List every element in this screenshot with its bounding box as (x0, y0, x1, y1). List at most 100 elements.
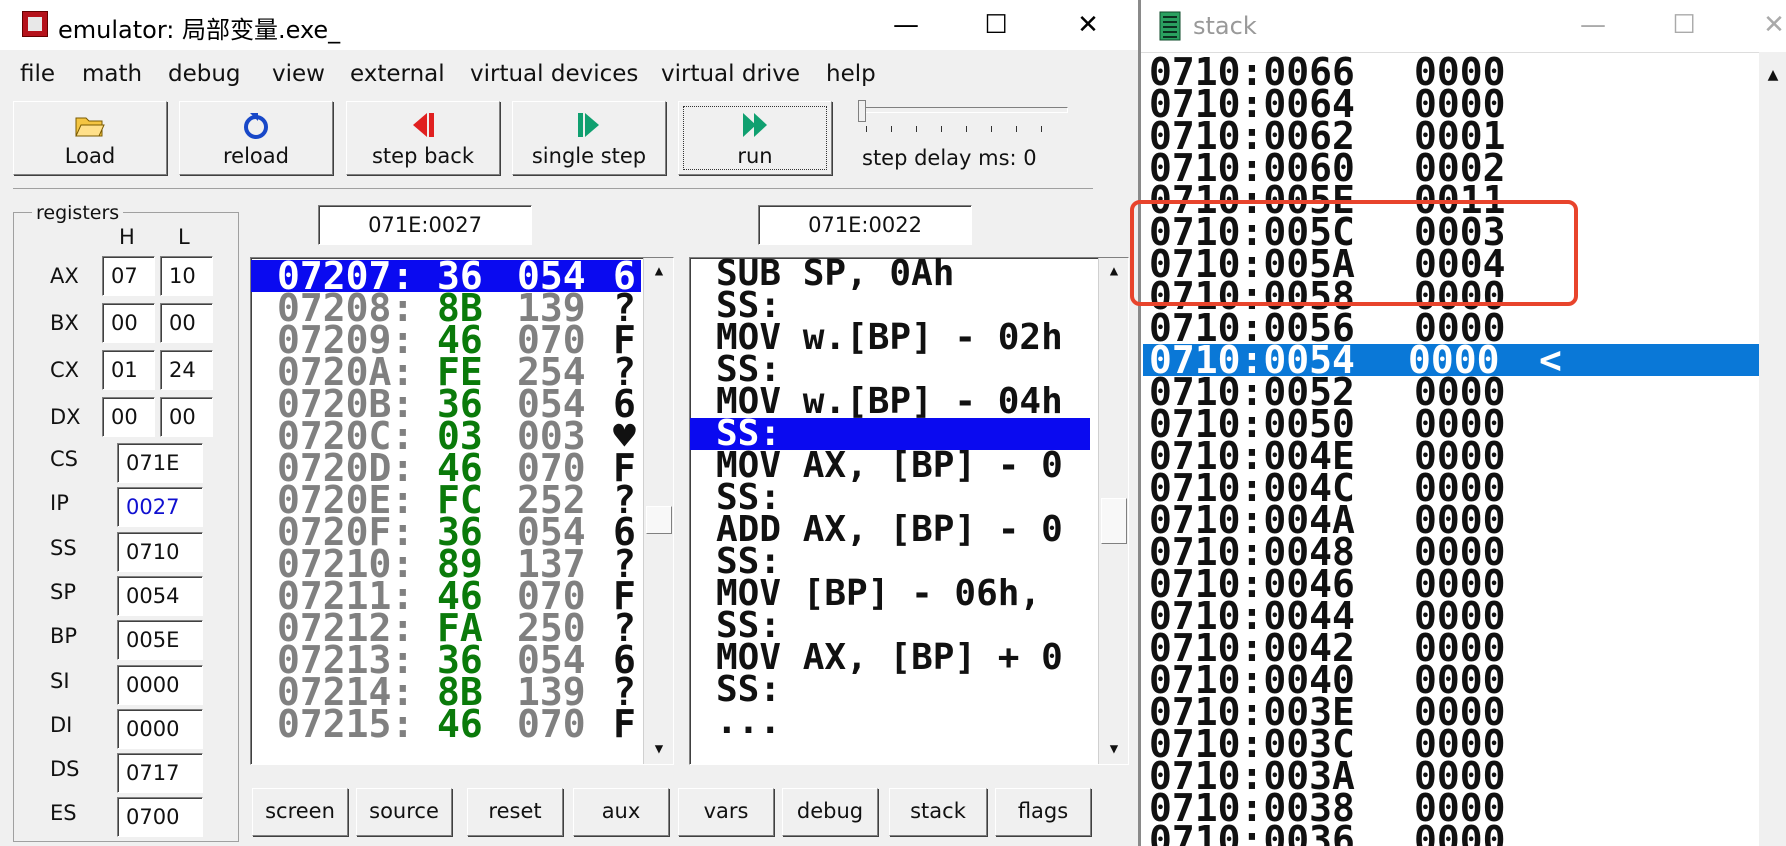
disasm-row[interactable]: ... (690, 704, 1090, 740)
memory-char-value: F (613, 702, 636, 746)
stack-row[interactable]: 0710:0036 0000 (1149, 818, 1759, 846)
step-delay-label: step delay ms: 0 (862, 146, 1037, 170)
menu-item-math[interactable]: math (82, 61, 142, 87)
register-ip-field[interactable]: 0027 (117, 487, 203, 528)
memory-row[interactable]: 07215: 46 070 F (251, 702, 641, 746)
disasm-scrollbar[interactable]: ▲ ▼ (1098, 258, 1128, 764)
run-button[interactable]: run (678, 101, 832, 175)
menu-item-external[interactable]: external (350, 61, 445, 87)
step-delay-thumb[interactable] (858, 100, 866, 122)
stack-icon (1159, 11, 1181, 41)
register-label-sp: SP (50, 579, 76, 604)
register-cs-field[interactable]: 071E (117, 443, 203, 483)
register-es-field[interactable]: 0700 (117, 797, 203, 838)
register-bx-low[interactable]: 00 (160, 303, 213, 343)
memory-scroll-thumb[interactable] (646, 506, 672, 534)
maximize-icon[interactable]: ☐ (1658, 0, 1710, 50)
stack-titlebar[interactable]: stack — ☐ ✕ (1141, 0, 1786, 53)
register-label-bx: BX (50, 311, 79, 335)
folder-open-icon (75, 117, 105, 137)
emulator-titlebar[interactable]: emulator: 局部变量.exe_ — ☐ ✕ (0, 0, 1138, 50)
maximize-icon[interactable]: ☐ (970, 0, 1022, 50)
scroll-up-icon[interactable]: ▲ (1103, 260, 1125, 282)
slider-ticks (866, 126, 1066, 132)
stack-pointer-marker: < (1539, 338, 1562, 382)
load-button[interactable]: Load (13, 101, 167, 175)
register-ds-field[interactable]: 0717 (117, 753, 203, 794)
register-label-ss: SS (50, 535, 77, 560)
flags-button[interactable]: flags (995, 788, 1091, 836)
menu-item-debug[interactable]: debug (168, 61, 241, 87)
menu-item-virtual-drive[interactable]: virtual drive (661, 61, 800, 87)
scroll-up-icon[interactable]: ▲ (648, 260, 670, 282)
close-icon[interactable]: ✕ (1748, 0, 1786, 50)
register-label-di: DI (50, 712, 73, 737)
emulator-window: emulator: 局部变量.exe_ — ☐ ✕ file math debug v… (0, 0, 1138, 846)
register-sp-field[interactable]: 0054 (117, 575, 203, 616)
memory-panel[interactable]: 07207: 36 054 6 07208: 8B 139? 07209: 46 070 F 0720… (250, 257, 674, 765)
memory-list: 07207: 36 054 6 07208: 8B 139? 07209: 46 070 F 0720… (251, 260, 643, 764)
register-label-ip: IP (50, 491, 69, 516)
high-byte-header: H (119, 225, 135, 249)
register-dx-high[interactable]: 00 (102, 397, 155, 437)
register-bp-field[interactable]: 005E (117, 620, 203, 661)
stack-scrollbar[interactable]: ▲ (1759, 52, 1786, 846)
close-icon[interactable]: ✕ (1062, 0, 1114, 50)
disassembly-panel[interactable]: SUB SP, 0Ah SS: MOV w.[BP] - 02h SS: MOV w.[… (689, 257, 1129, 765)
menu-item-virtual-devices[interactable]: virtual devices (470, 61, 638, 87)
register-cx-low[interactable]: 24 (160, 350, 213, 390)
stack-window-title: stack (1193, 12, 1257, 40)
single-step-button[interactable]: single step (512, 101, 666, 175)
step-back-icon (413, 113, 434, 137)
run-label: run (737, 144, 773, 168)
register-ss-field[interactable]: 0710 (117, 531, 203, 572)
debug-button[interactable]: debug (782, 788, 878, 836)
step-back-button[interactable]: step back (346, 101, 500, 175)
vars-button[interactable]: vars (678, 788, 774, 836)
menu-item-file[interactable]: file (20, 61, 55, 87)
registers-title: registers (32, 202, 124, 224)
window-title: emulator: 局部变量.exe_ (58, 16, 341, 44)
register-label-cs: CS (50, 447, 78, 471)
stack-address: 0710:0036 (1149, 818, 1355, 846)
menu-item-view[interactable]: view (272, 61, 325, 87)
reload-icon (244, 113, 268, 139)
register-label-si: SI (50, 668, 70, 693)
step-delay-slider[interactable] (858, 107, 1068, 113)
reload-button[interactable]: reload (179, 101, 333, 175)
register-bx-high[interactable]: 00 (102, 303, 155, 343)
screen-button[interactable]: screen (252, 788, 348, 836)
register-di-field[interactable]: 0000 (117, 708, 203, 749)
scroll-down-icon[interactable]: ▼ (648, 738, 670, 760)
stack-list[interactable]: 0710:0066 0000 0710:0064 0000 0710:0062 0001 0… (1141, 56, 1759, 846)
memory-hex-value: 46 (437, 702, 483, 746)
disassembly-list: SUB SP, 0Ah SS: MOV w.[BP] - 02h SS: MOV w.[… (690, 258, 1098, 764)
register-label-es: ES (50, 801, 77, 826)
chip-icon (22, 11, 48, 37)
register-label-dx: DX (50, 405, 81, 429)
memory-scrollbar[interactable]: ▲ ▼ (643, 258, 673, 764)
stack-button[interactable]: stack (889, 788, 987, 836)
register-dx-low[interactable]: 00 (160, 397, 213, 437)
source-button[interactable]: source (356, 788, 452, 836)
register-si-field[interactable]: 0000 (117, 664, 203, 705)
disasm-address-field[interactable]: 071E:0022 (758, 205, 972, 245)
disasm-scroll-thumb[interactable] (1101, 498, 1127, 544)
aux-button[interactable]: aux (573, 788, 669, 836)
register-cx-high[interactable]: 01 (102, 350, 155, 390)
menu-item-help[interactable]: help (826, 61, 876, 87)
register-ax-high[interactable]: 07 (102, 256, 155, 296)
minimize-icon[interactable]: — (880, 0, 932, 50)
minimize-icon[interactable]: — (1567, 0, 1619, 50)
reset-button[interactable]: reset (467, 788, 563, 836)
toolbar-divider (13, 188, 1093, 189)
highlight-annotation-box (1130, 200, 1578, 306)
register-label-bp: BP (50, 624, 78, 649)
register-ax-low[interactable]: 10 (160, 256, 213, 296)
scroll-down-icon[interactable]: ▼ (1103, 738, 1125, 760)
stack-window: stack — ☐ ✕ 0710:0066 0000 0710:0064 0000 07… (1141, 0, 1786, 846)
memory-address: 07215: (277, 702, 415, 746)
reload-label: reload (223, 144, 289, 168)
scroll-up-icon[interactable]: ▲ (1762, 64, 1784, 86)
memory-address-field[interactable]: 071E:0027 (318, 205, 532, 245)
